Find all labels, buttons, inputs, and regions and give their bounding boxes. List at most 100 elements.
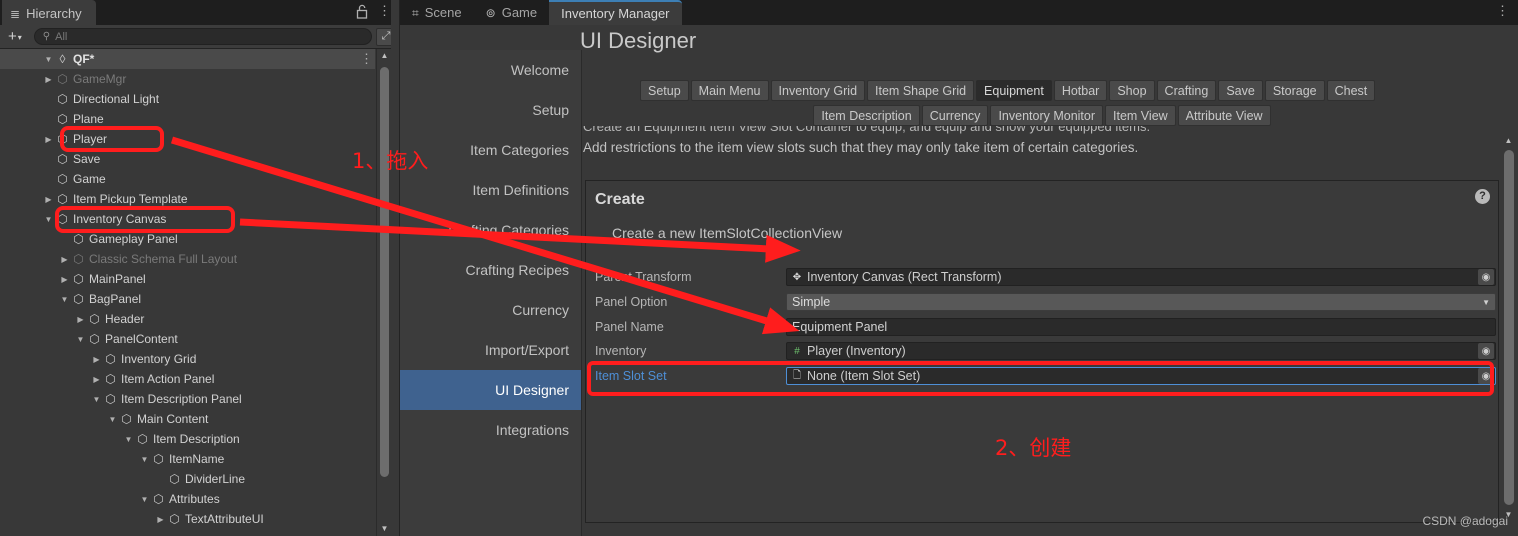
scene-row-menu-icon[interactable]: ⋮ [360,52,375,67]
foldout-open-icon[interactable]: ▼ [138,495,151,504]
scrollbar-thumb[interactable] [1504,150,1514,505]
search-input[interactable]: ⚲ All [33,28,372,45]
help-icon[interactable]: ? [1475,189,1490,204]
foldout-open-icon[interactable]: ▼ [90,395,103,404]
designer-tab-setup[interactable]: Setup [640,80,689,101]
hierarchy-tree[interactable]: ▶⬡GameMgr▶⬡Directional Light▶⬡Plane▶⬡Pla… [0,69,375,536]
hierarchy-item[interactable]: ▶ ⬡ GameMgr [0,69,375,89]
hierarchy-item[interactable]: ▶ ⬡ Item Pickup Template [0,189,375,209]
designer-tab-chest[interactable]: Chest [1326,80,1376,101]
foldout-closed-icon[interactable]: ▶ [90,375,103,384]
dropdown-panel-option[interactable]: Simple ▼ [786,293,1496,311]
hierarchy-item[interactable]: ▶⬡ Gameplay Panel [0,229,375,249]
nav-item-integrations[interactable]: Integrations [400,410,581,450]
designer-tab-item-description[interactable]: Item Description [813,105,920,126]
input-panel-name[interactable]: Equipment Panel [786,318,1496,336]
tab-scene[interactable]: ⌗ Scene [400,0,474,25]
foldout-closed-icon[interactable]: ▶ [154,515,167,524]
foldout-closed-icon[interactable]: ▶ [58,255,71,264]
hierarchy-scene-root[interactable]: ▼ ◊ QF* [0,49,375,69]
foldout-closed-icon[interactable]: ▶ [74,315,87,324]
foldout-closed-icon[interactable]: ▶ [58,235,71,244]
designer-tab-item-shape-grid[interactable]: Item Shape Grid [867,80,975,101]
hierarchy-item[interactable]: ▼ ⬡ PanelContent [0,329,375,349]
hierarchy-item[interactable]: ▶⬡ Save [0,149,375,169]
hierarchy-item[interactable]: ▼ ⬡ Main Content [0,409,375,429]
tab-inventory-manager[interactable]: Inventory Manager [549,0,682,25]
hierarchy-item[interactable]: ▶ ⬡ Item Action Panel [0,369,375,389]
foldout-closed-icon[interactable]: ▶ [58,275,71,284]
hierarchy-item[interactable]: ▼ ⬡ Item Description [0,429,375,449]
scroll-up-icon[interactable]: ▲ [378,49,391,63]
hierarchy-item[interactable]: ▼ ⬡ Attributes [0,489,375,509]
foldout-closed-icon[interactable]: ▶ [42,175,55,184]
designer-tab-crafting[interactable]: Crafting [1156,80,1217,101]
object-picker-icon[interactable]: ◉ [1478,368,1494,384]
designer-tab-shop[interactable]: Shop [1109,80,1155,101]
foldout-closed-icon[interactable]: ▶ [42,115,55,124]
tab-hierarchy[interactable]: ≣ Hierarchy [2,0,96,25]
foldout-closed-icon[interactable]: ▶ [154,475,167,484]
foldout-open-icon[interactable]: ▼ [122,435,135,444]
designer-tab-save[interactable]: Save [1218,80,1263,101]
hierarchy-item[interactable]: ▶ ⬡ Classic Schema Full Layout [0,249,375,269]
hierarchy-item[interactable]: ▶⬡ Plane [0,109,375,129]
nav-item-item-categories[interactable]: Item Categories [400,130,581,170]
tab-game[interactable]: ⊚ Game [474,0,549,25]
designer-tab-storage[interactable]: Storage [1264,80,1325,101]
designer-tab-item-view[interactable]: Item View [1105,105,1176,126]
object-picker-icon[interactable]: ◉ [1478,269,1494,285]
objectfield-parent-transform[interactable]: ✥ Inventory Canvas (Rect Transform) ◉ [786,268,1496,286]
ui-designer-tab-row-2[interactable]: Item Description Currency Inventory Monito… [583,105,1501,126]
scroll-up-icon[interactable]: ▲ [1502,136,1515,145]
nav-item-item-definitions[interactable]: Item Definitions [400,170,581,210]
nav-item-import-export[interactable]: Import/Export [400,330,581,370]
hierarchy-item[interactable]: ▼ ⬡ BagPanel [0,289,375,309]
designer-tab-attribute-view[interactable]: Attribute View [1177,105,1271,126]
foldout-closed-icon[interactable]: ▶ [42,75,55,84]
ui-designer-tab-row-1[interactable]: Setup Main Menu Inventory Grid Item Shape G… [639,80,1376,101]
hierarchy-item[interactable]: ▶⬡ Game [0,169,375,189]
hierarchy-item[interactable]: ▶ ⬡ Player [0,129,375,149]
scrollbar-thumb[interactable] [380,67,389,477]
hierarchy-item[interactable]: ▶ ⬡ Inventory Grid [0,349,375,369]
nav-item-welcome[interactable]: Welcome [400,50,581,90]
hierarchy-item[interactable]: ▶ ⬡ Header [0,309,375,329]
nav-item-currency[interactable]: Currency [400,290,581,330]
hierarchy-item[interactable]: ▼ ⬡ Inventory Canvas [0,209,375,229]
editor-menu-icon[interactable]: ⋮ [1496,4,1511,19]
foldout-closed-icon[interactable]: ▶ [42,155,55,164]
create-gameobject-button[interactable]: + ▾ [4,28,26,46]
foldout-open-icon[interactable]: ▼ [138,455,151,464]
hierarchy-item[interactable]: ▶ ⬡ TextAttributeUI [0,509,375,529]
hierarchy-scrollbar[interactable]: ▲ ▼ [376,49,391,536]
designer-tab-currency[interactable]: Currency [921,105,989,126]
hierarchy-item[interactable]: ▶ ⬡ MainPanel [0,269,375,289]
scene-foldout-icon[interactable]: ▼ [42,55,55,64]
objectfield-item-slot-set[interactable]: 🗋 None (Item Slot Set) ◉ [786,367,1496,385]
designer-tab-hotbar[interactable]: Hotbar [1053,80,1108,101]
nav-item-crafting-recipes[interactable]: Crafting Recipes [400,250,581,290]
designer-tab-main-menu[interactable]: Main Menu [690,80,769,101]
foldout-closed-icon[interactable]: ▶ [42,95,55,104]
foldout-open-icon[interactable]: ▼ [42,215,55,224]
nav-item-ui-designer[interactable]: UI Designer [400,370,581,410]
nav-item-crafting-categories[interactable]: Crafting Categories [400,210,581,250]
designer-tab-inventory-monitor[interactable]: Inventory Monitor [990,105,1104,126]
hierarchy-item[interactable]: ▼ ⬡ Item Description Panel [0,389,375,409]
foldout-open-icon[interactable]: ▼ [58,295,71,304]
designer-tab-inventory-grid[interactable]: Inventory Grid [770,80,866,101]
main-scrollbar[interactable]: ▲ ▼ [1501,50,1516,536]
foldout-closed-icon[interactable]: ▶ [42,195,55,204]
foldout-open-icon[interactable]: ▼ [106,415,119,424]
hierarchy-item[interactable]: ▼ ⬡ ItemName [0,449,375,469]
hierarchy-item[interactable]: ▶⬡ DividerLine [0,469,375,489]
designer-tab-equipment[interactable]: Equipment [976,80,1052,101]
hierarchy-item[interactable]: ▶⬡ Directional Light [0,89,375,109]
foldout-open-icon[interactable]: ▼ [74,335,87,344]
scroll-down-icon[interactable]: ▼ [378,522,391,536]
foldout-closed-icon[interactable]: ▶ [90,355,103,364]
foldout-closed-icon[interactable]: ▶ [42,135,55,144]
nav-item-setup[interactable]: Setup [400,90,581,130]
object-picker-icon[interactable]: ◉ [1478,343,1494,359]
